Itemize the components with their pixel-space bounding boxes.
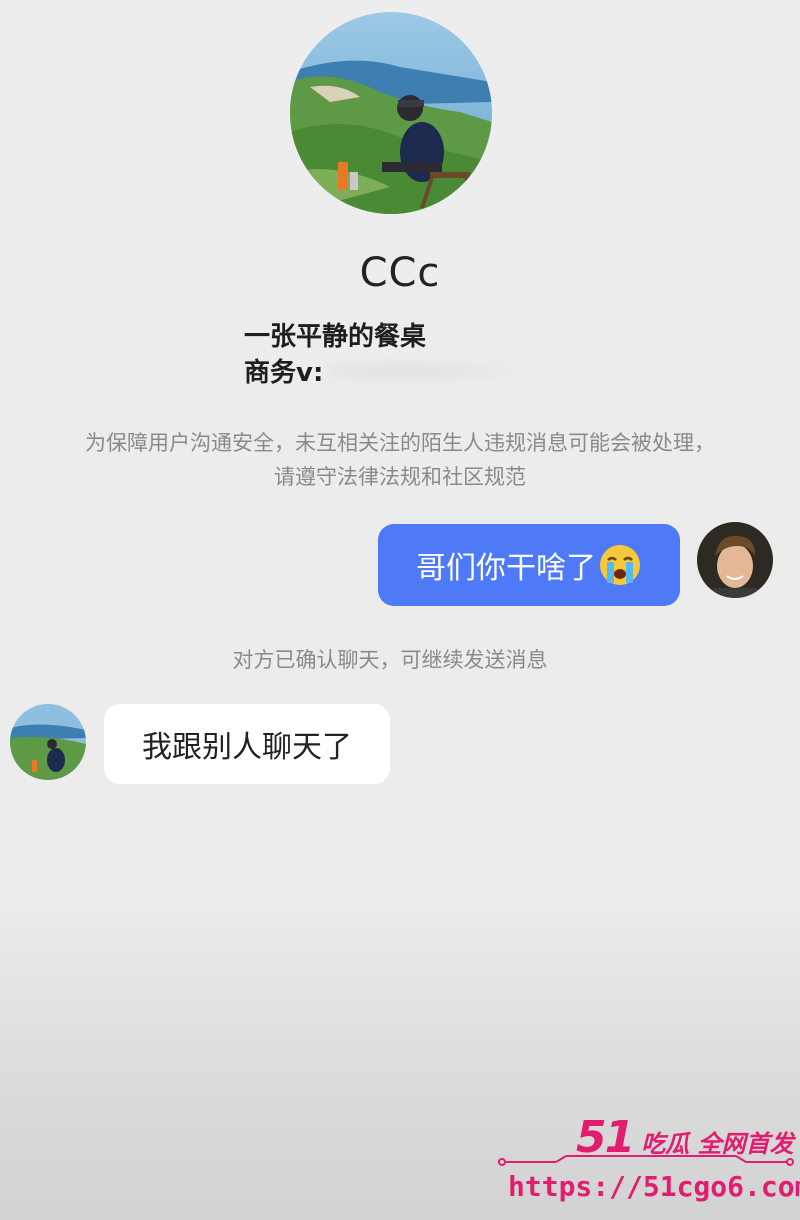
profile-bio-line1: 一张平静的餐桌 bbox=[244, 322, 427, 352]
redacted-contact bbox=[329, 357, 520, 384]
sent-message-bubble[interactable]: 哥们你干啥了 bbox=[378, 524, 680, 606]
received-message-text: 我跟别人聊天了 bbox=[142, 730, 352, 765]
chat-status-text: 对方已确认聊天，可继续发送消息 bbox=[232, 648, 548, 672]
profile-name: CCc bbox=[359, 250, 441, 296]
received-message-bubble[interactable]: 我跟别人聊天了 bbox=[104, 704, 390, 784]
crying-face-icon bbox=[598, 543, 642, 587]
watermark-circuit-lines bbox=[498, 1155, 794, 1166]
profile-avatar[interactable] bbox=[290, 12, 492, 214]
my-avatar[interactable] bbox=[697, 522, 773, 598]
watermark-url: https://51cgo6.com bbox=[508, 1170, 800, 1203]
contact-avatar[interactable] bbox=[10, 704, 86, 780]
business-contact-label: 商务v: bbox=[244, 358, 324, 388]
safety-notice: 为保障用户沟通安全，未互相关注的陌生人违规消息可能会被处理，请遵守法律法规和社区… bbox=[85, 431, 715, 489]
watermark: 51 吃瓜 全网首发 https://51cgo6.com bbox=[496, 1108, 800, 1216]
profile-bio-line2: 商务v: bbox=[244, 352, 520, 389]
sent-message-text: 哥们你干啥了 bbox=[416, 551, 596, 586]
